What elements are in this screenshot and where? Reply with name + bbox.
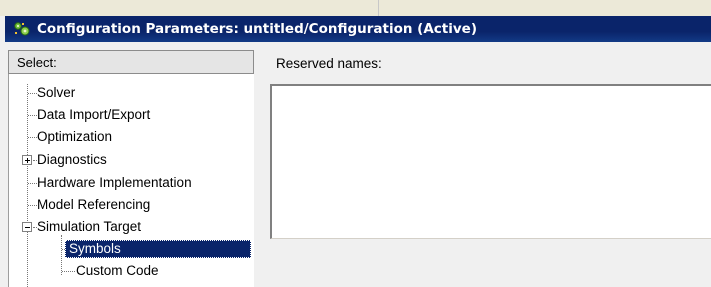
simulink-config-icon [13,21,31,37]
tree-item-simulation-target[interactable]: Simulation Target [37,218,141,236]
background-window-strip [0,0,711,16]
window-title: Configuration Parameters: untitled/Confi… [37,21,478,37]
expand-plus-icon[interactable] [22,155,32,165]
background-window-segment [8,0,379,16]
title-bar[interactable]: Configuration Parameters: untitled/Confi… [5,16,711,42]
tree-item-custom-code[interactable]: Custom Code [76,262,159,280]
tree-branch-line [28,137,37,138]
tree-item-data-import-export[interactable]: Data Import/Export [37,106,150,124]
tree-branch-line [28,115,37,116]
tree-item-diagnostics[interactable]: Diagnostics [37,151,107,169]
pane-divider[interactable] [254,50,256,287]
collapse-minus-icon[interactable] [22,222,32,232]
tree-branch-line [28,205,37,206]
tree-branch-line [62,271,75,272]
reserved-names-label: Reserved names: [276,56,382,71]
tree-item-solver[interactable]: Solver [37,84,75,102]
tree-branch-line [28,93,37,94]
background-window-segment [384,0,711,16]
select-header: Select: [8,50,254,74]
tree-connector-line [61,235,62,275]
tree-item-hardware-implementation[interactable]: Hardware Implementation [37,174,192,192]
tree-branch-line [28,183,37,184]
tree-item-optimization[interactable]: Optimization [37,128,112,146]
tree-item-model-referencing[interactable]: Model Referencing [37,196,150,214]
reserved-names-input[interactable] [270,84,711,239]
tree-item-symbols[interactable]: Symbols [65,240,251,258]
